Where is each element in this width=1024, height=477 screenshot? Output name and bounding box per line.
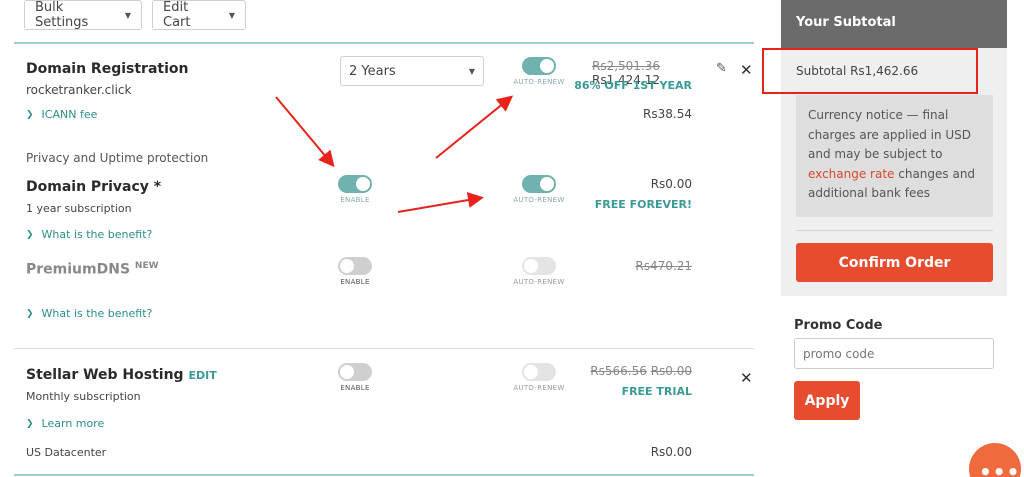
arrow bbox=[275, 96, 335, 168]
arrow bbox=[397, 192, 484, 213]
arrow bbox=[435, 95, 514, 159]
annotation-arrows bbox=[275, 95, 514, 213]
